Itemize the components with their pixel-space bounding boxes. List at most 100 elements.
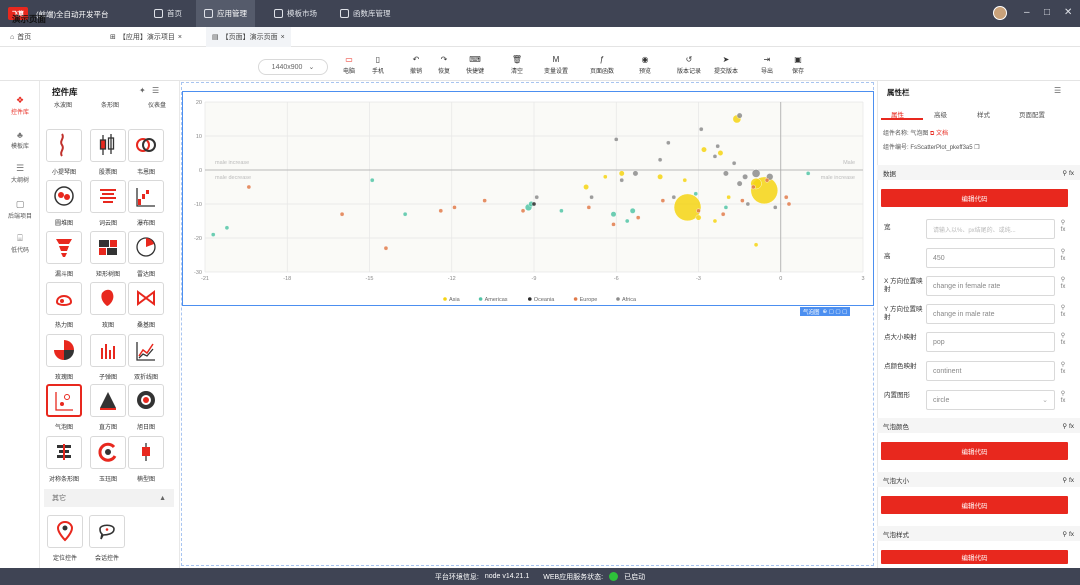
input-field-2[interactable]: change in female rate (926, 276, 1055, 296)
link-fx-icon[interactable]: ⚲ fx (1062, 169, 1074, 177)
component-rose-chart[interactable]: 玫瑰图 (46, 334, 82, 384)
component-treemap[interactable]: 矩形树图 (90, 231, 126, 281)
menu-icon[interactable]: ☰ (152, 86, 159, 95)
tab-home[interactable]: ⌂ 首页 (4, 27, 37, 47)
link-fx-icon[interactable]: ⚲ fx (1058, 249, 1068, 263)
link-fx-icon[interactable]: ⚲ fx (1058, 333, 1068, 347)
link-fx-icon[interactable]: ⚲ fx (1058, 305, 1068, 319)
toolbar-button-10[interactable]: ➤ 提交版本 (709, 55, 743, 79)
component-tile[interactable] (90, 384, 126, 417)
component-tile[interactable] (128, 384, 164, 417)
topnav-app-management[interactable]: 应用管理 (196, 0, 255, 27)
component-radial-bar[interactable]: 玉珏图 (90, 436, 126, 486)
component-venn[interactable]: 韦恩图 (128, 129, 164, 179)
component-tile[interactable] (128, 129, 164, 162)
maximize-icon[interactable]: □ (1044, 7, 1050, 18)
doc-icon[interactable]: ⧉ (930, 131, 934, 137)
component-rose[interactable]: 玫图 (90, 282, 126, 332)
tab-style[interactable]: 样式 (977, 109, 990, 119)
input-field-5[interactable]: continent (926, 361, 1055, 381)
component-tile[interactable] (46, 334, 82, 367)
toolbar-button-6[interactable]: M 变量设置 (539, 55, 573, 79)
component-tools-icon[interactable]: ⊕ ▢ ▢ ▢ (823, 309, 848, 315)
component-tile[interactable] (46, 231, 82, 264)
component-symmetric-bar[interactable]: 对称条形图 (46, 436, 82, 486)
component-tile[interactable] (46, 436, 82, 469)
tab-close-icon[interactable]: × (281, 34, 285, 41)
link-fx-icon[interactable]: ⚲ fx (1062, 476, 1074, 484)
link-fx-icon[interactable]: ⚲ fx (1058, 362, 1068, 376)
tab-close-icon[interactable]: × (178, 34, 182, 41)
component-tile[interactable] (90, 180, 126, 213)
component-tile[interactable] (90, 129, 126, 162)
component-tile[interactable] (46, 129, 82, 162)
link-fx-icon[interactable]: ⚲ fx (1058, 391, 1068, 405)
minimize-icon[interactable]: – (1024, 7, 1030, 18)
component-heatmap[interactable]: 热力图 (46, 282, 82, 332)
link-fx-icon[interactable]: ⚲ fx (1058, 220, 1068, 234)
toolbar-button-8[interactable]: ◉ 预览 (628, 55, 662, 79)
component-tile[interactable] (90, 231, 126, 264)
rail-item-0[interactable]: ❖ 控件库 (0, 95, 40, 116)
tab-app-demo[interactable]: ⊞ 【应用】演示项目 × (104, 27, 188, 47)
doc-link[interactable]: 文档 (936, 131, 948, 137)
component-sankey[interactable]: 桑基图 (128, 282, 164, 332)
component-candlestick[interactable]: 股票图 (90, 129, 126, 179)
link-fx-icon[interactable]: ⚲ fx (1058, 277, 1068, 291)
rail-item-2[interactable]: ☰ 大纲树 (0, 163, 40, 184)
component-funnel[interactable]: 漏斗图 (46, 231, 82, 281)
group-other-header[interactable]: 其它 ▲ (44, 489, 174, 507)
screen-size-select[interactable]: 1440x900 ⌄ (258, 59, 328, 75)
input-field-0[interactable]: 请输入以%、px结尾的、或纯... (926, 219, 1055, 239)
component-label[interactable]: 仪表盘 (148, 100, 166, 110)
rail-item-1[interactable]: ♣ 模板库 (0, 130, 40, 150)
edit-code-button[interactable]: 编辑代码 (881, 442, 1068, 460)
component-word-cloud[interactable]: 词云图 (90, 180, 126, 230)
component-radar[interactable]: 雷达图 (128, 231, 164, 281)
tab-page-demo[interactable]: ▤ 【页面】演示页面 × (206, 27, 291, 47)
component-dual-line[interactable]: 双折线图 (128, 334, 164, 384)
section-bubble-style[interactable]: 气泡样式 ⚲ fx (877, 526, 1080, 541)
component-box-plot[interactable]: 楠型图 (128, 436, 164, 486)
toolbar-button-5[interactable]: 🗑 清空 (500, 55, 534, 79)
topnav-template-market[interactable]: 模板市场 (266, 0, 325, 27)
component-tile[interactable] (128, 282, 164, 315)
component-tile[interactable] (128, 231, 164, 264)
toolbar-button-1[interactable]: ▯ 手机 (361, 55, 395, 79)
toolbar-button-4[interactable]: ⌨ 快捷键 (458, 55, 492, 79)
link-fx-icon[interactable]: ⚲ fx (1062, 422, 1074, 430)
component-label[interactable]: 水波图 (54, 100, 72, 110)
input-field-3[interactable]: change in male rate (926, 304, 1055, 324)
panel-menu-icon[interactable]: ☰ (1054, 86, 1061, 95)
toolbar-button-11[interactable]: ⇥ 导出 (750, 55, 784, 79)
avatar[interactable] (993, 6, 1007, 20)
component-tile[interactable] (47, 515, 83, 548)
edit-code-button[interactable]: 编辑代码 (881, 550, 1068, 564)
component-tile[interactable] (46, 282, 82, 315)
edit-code-button[interactable]: 编辑代码 (881, 496, 1068, 514)
component-tile[interactable] (46, 180, 82, 213)
rail-item-3[interactable]: ▢ 后端项目 (0, 199, 40, 220)
component-tile[interactable] (90, 436, 126, 469)
component-sunburst[interactable]: 旭日图 (128, 384, 164, 434)
component-chat[interactable]: 会话控件 (89, 515, 125, 565)
component-tile[interactable] (90, 334, 126, 367)
component-bullet[interactable]: 子弹图 (90, 334, 126, 384)
select-field-6[interactable]: circle ⌄ (926, 390, 1055, 410)
topnav-home[interactable]: 首页 (146, 0, 190, 27)
component-tile[interactable] (90, 282, 126, 315)
section-data[interactable]: 数据 ⚲ fx (877, 165, 1080, 180)
rail-item-4[interactable]: ⌸ 低代码 (0, 233, 40, 254)
input-field-4[interactable]: pop (926, 332, 1055, 352)
topnav-function-library[interactable]: 函数库管理 (332, 0, 399, 27)
component-tile[interactable] (46, 384, 82, 417)
pin-icon[interactable]: ✦ (139, 86, 146, 95)
component-histogram[interactable]: 直方图 (90, 384, 126, 434)
copy-icon[interactable]: ❐ (974, 145, 979, 151)
toolbar-button-7[interactable]: ƒ 页面函数 (585, 55, 619, 79)
section-bubble-color[interactable]: 气泡颜色 ⚲ fx (877, 418, 1080, 433)
link-fx-icon[interactable]: ⚲ fx (1062, 530, 1074, 538)
component-tile[interactable] (128, 180, 164, 213)
tab-page-config[interactable]: 页面配置 (1019, 109, 1045, 119)
component-tile[interactable] (128, 436, 164, 469)
